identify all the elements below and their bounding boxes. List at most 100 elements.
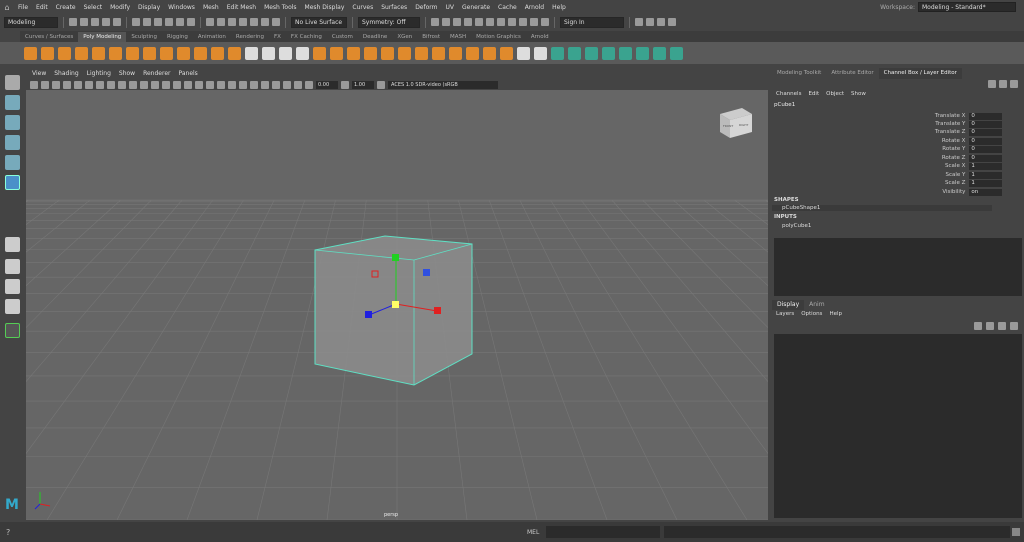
exposure-icon[interactable] bbox=[305, 80, 313, 89]
uv-cylindrical-icon[interactable] bbox=[568, 46, 581, 60]
menu-modify[interactable]: Modify bbox=[110, 4, 130, 11]
motion-blur-icon[interactable] bbox=[228, 80, 236, 89]
snap-surface-icon[interactable] bbox=[250, 18, 258, 26]
menu-select[interactable]: Select bbox=[84, 4, 103, 11]
new-layer-selected-icon[interactable] bbox=[1010, 322, 1018, 330]
y-scale-handle[interactable] bbox=[392, 254, 399, 261]
menu-windows[interactable]: Windows bbox=[168, 4, 195, 11]
arnold-render-icon[interactable] bbox=[497, 18, 505, 26]
channel-value[interactable]: on bbox=[969, 188, 1002, 196]
platonic-solid-icon[interactable] bbox=[143, 46, 156, 60]
snap-view-icon[interactable] bbox=[239, 18, 247, 26]
smooth-shade-icon[interactable] bbox=[162, 80, 170, 89]
grid-toggle-icon[interactable] bbox=[74, 80, 82, 89]
channel-row[interactable]: Translate X0 bbox=[922, 112, 1002, 120]
layer-menu-options[interactable]: Options bbox=[801, 311, 822, 317]
xray-icon[interactable] bbox=[272, 80, 280, 89]
poly-cone-icon[interactable] bbox=[75, 46, 88, 60]
shelf-tab[interactable]: Animation bbox=[193, 32, 231, 42]
object-name[interactable]: pCube1 bbox=[774, 102, 795, 108]
vp-menu-show[interactable]: Show bbox=[119, 70, 135, 77]
menu-surfaces[interactable]: Surfaces bbox=[381, 4, 407, 11]
combine-icon[interactable] bbox=[245, 46, 258, 60]
channel-row[interactable]: Translate Y0 bbox=[922, 120, 1002, 128]
anti-aliasing-icon[interactable] bbox=[239, 80, 247, 89]
select-mask-icon[interactable] bbox=[176, 18, 184, 26]
select-hierarchy-icon[interactable] bbox=[132, 18, 140, 26]
tab-channel-box[interactable]: Channel Box / Layer Editor bbox=[878, 68, 962, 79]
sphere-shape-icon[interactable] bbox=[177, 46, 190, 60]
shelf-tab[interactable]: FX Caching bbox=[286, 32, 327, 42]
channel-row[interactable]: Scale X1 bbox=[922, 162, 1002, 170]
layer-tab-display[interactable]: Display bbox=[772, 300, 805, 310]
shelf-tab[interactable]: FX bbox=[269, 32, 286, 42]
shelf-tab[interactable]: Bifrost bbox=[417, 32, 445, 42]
shape-name[interactable]: pCubeShape1 bbox=[772, 205, 992, 211]
mirror-icon[interactable] bbox=[517, 46, 530, 60]
isolate-select-icon[interactable] bbox=[261, 80, 269, 89]
channel-row[interactable]: Translate Z0 bbox=[922, 128, 1002, 136]
channel-menu-edit[interactable]: Edit bbox=[808, 91, 819, 97]
script-editor-icon[interactable] bbox=[1012, 528, 1020, 536]
default-material-icon[interactable] bbox=[173, 80, 181, 89]
sweep-mesh-icon[interactable] bbox=[194, 46, 207, 60]
rotate-tool-icon[interactable] bbox=[5, 155, 20, 170]
channel-menu-show[interactable]: Show bbox=[851, 91, 866, 97]
image-plane-icon[interactable] bbox=[63, 80, 71, 89]
gate-mask-icon[interactable] bbox=[107, 80, 115, 89]
layer-menu-layers[interactable]: Layers bbox=[776, 311, 794, 317]
uv-cut-icon[interactable] bbox=[653, 46, 666, 60]
resolution-gate-icon[interactable] bbox=[96, 80, 104, 89]
menu-arnold[interactable]: Arnold bbox=[525, 4, 544, 11]
undo-icon[interactable] bbox=[102, 18, 110, 26]
channel-value[interactable]: 1 bbox=[969, 179, 1002, 187]
shelf-tab[interactable]: Rendering bbox=[231, 32, 269, 42]
shelf-tab[interactable]: Arnold bbox=[526, 32, 554, 42]
pin-icon[interactable] bbox=[988, 80, 996, 88]
move-layer-up-icon[interactable] bbox=[974, 322, 982, 330]
wireframe-icon[interactable] bbox=[151, 80, 159, 89]
gamma-field[interactable]: 1.00 bbox=[352, 80, 374, 89]
channel-row[interactable]: Scale Z1 bbox=[922, 179, 1002, 187]
sign-in-button[interactable]: Sign In bbox=[560, 16, 624, 28]
layer-tab-anim[interactable]: Anim bbox=[804, 300, 829, 310]
shelf-tab[interactable]: Rigging bbox=[162, 32, 193, 42]
lasso-tool-icon[interactable] bbox=[5, 95, 20, 110]
menu-mesh-tools[interactable]: Mesh Tools bbox=[264, 4, 296, 11]
channel-value[interactable]: 0 bbox=[969, 120, 1002, 128]
new-scene-icon[interactable] bbox=[69, 18, 77, 26]
bridge-icon[interactable] bbox=[330, 46, 343, 60]
uv-planar-icon[interactable] bbox=[551, 46, 564, 60]
menu-edit[interactable]: Edit bbox=[36, 4, 48, 11]
render-settings-icon[interactable] bbox=[475, 18, 483, 26]
menu-uv[interactable]: UV bbox=[446, 4, 455, 11]
svg-icon[interactable] bbox=[228, 46, 241, 60]
shelf-tab-active[interactable]: Poly Modeling bbox=[78, 32, 127, 42]
home-icon[interactable]: ⌂ bbox=[0, 3, 14, 12]
channel-value[interactable]: 1 bbox=[969, 162, 1002, 170]
light-editor-icon[interactable] bbox=[508, 18, 516, 26]
playback-icon[interactable] bbox=[541, 18, 549, 26]
menu-edit-mesh[interactable]: Edit Mesh bbox=[227, 4, 256, 11]
render-frame-icon[interactable] bbox=[453, 18, 461, 26]
uv-sew-icon[interactable] bbox=[670, 46, 683, 60]
channel-menu-object[interactable]: Object bbox=[826, 91, 844, 97]
channel-value[interactable]: 1 bbox=[969, 171, 1002, 179]
menu-display[interactable]: Display bbox=[138, 4, 160, 11]
color-space-dropdown[interactable]: ACES 1.0 SDR-video (sRGB bbox=[388, 80, 498, 89]
use-all-lights-icon[interactable] bbox=[195, 80, 203, 89]
channel-menu-channels[interactable]: Channels bbox=[776, 91, 801, 97]
outliner-pane-icon[interactable] bbox=[5, 299, 20, 314]
bevel-icon[interactable] bbox=[347, 46, 360, 60]
settings-icon[interactable] bbox=[1010, 80, 1018, 88]
scene-canvas[interactable]: FRONT RIGHT persp bbox=[26, 90, 768, 520]
menu-cache[interactable]: Cache bbox=[498, 4, 517, 11]
side-by-side-icon[interactable] bbox=[5, 279, 20, 294]
menu-help[interactable]: Help bbox=[552, 4, 566, 11]
magnet-icon[interactable] bbox=[272, 18, 280, 26]
menu-mesh[interactable]: Mesh bbox=[203, 4, 219, 11]
safe-title-icon[interactable] bbox=[140, 80, 148, 89]
redo-icon[interactable] bbox=[113, 18, 121, 26]
menu-curves[interactable]: Curves bbox=[352, 4, 373, 11]
shelf-tab[interactable]: Motion Graphics bbox=[471, 32, 526, 42]
